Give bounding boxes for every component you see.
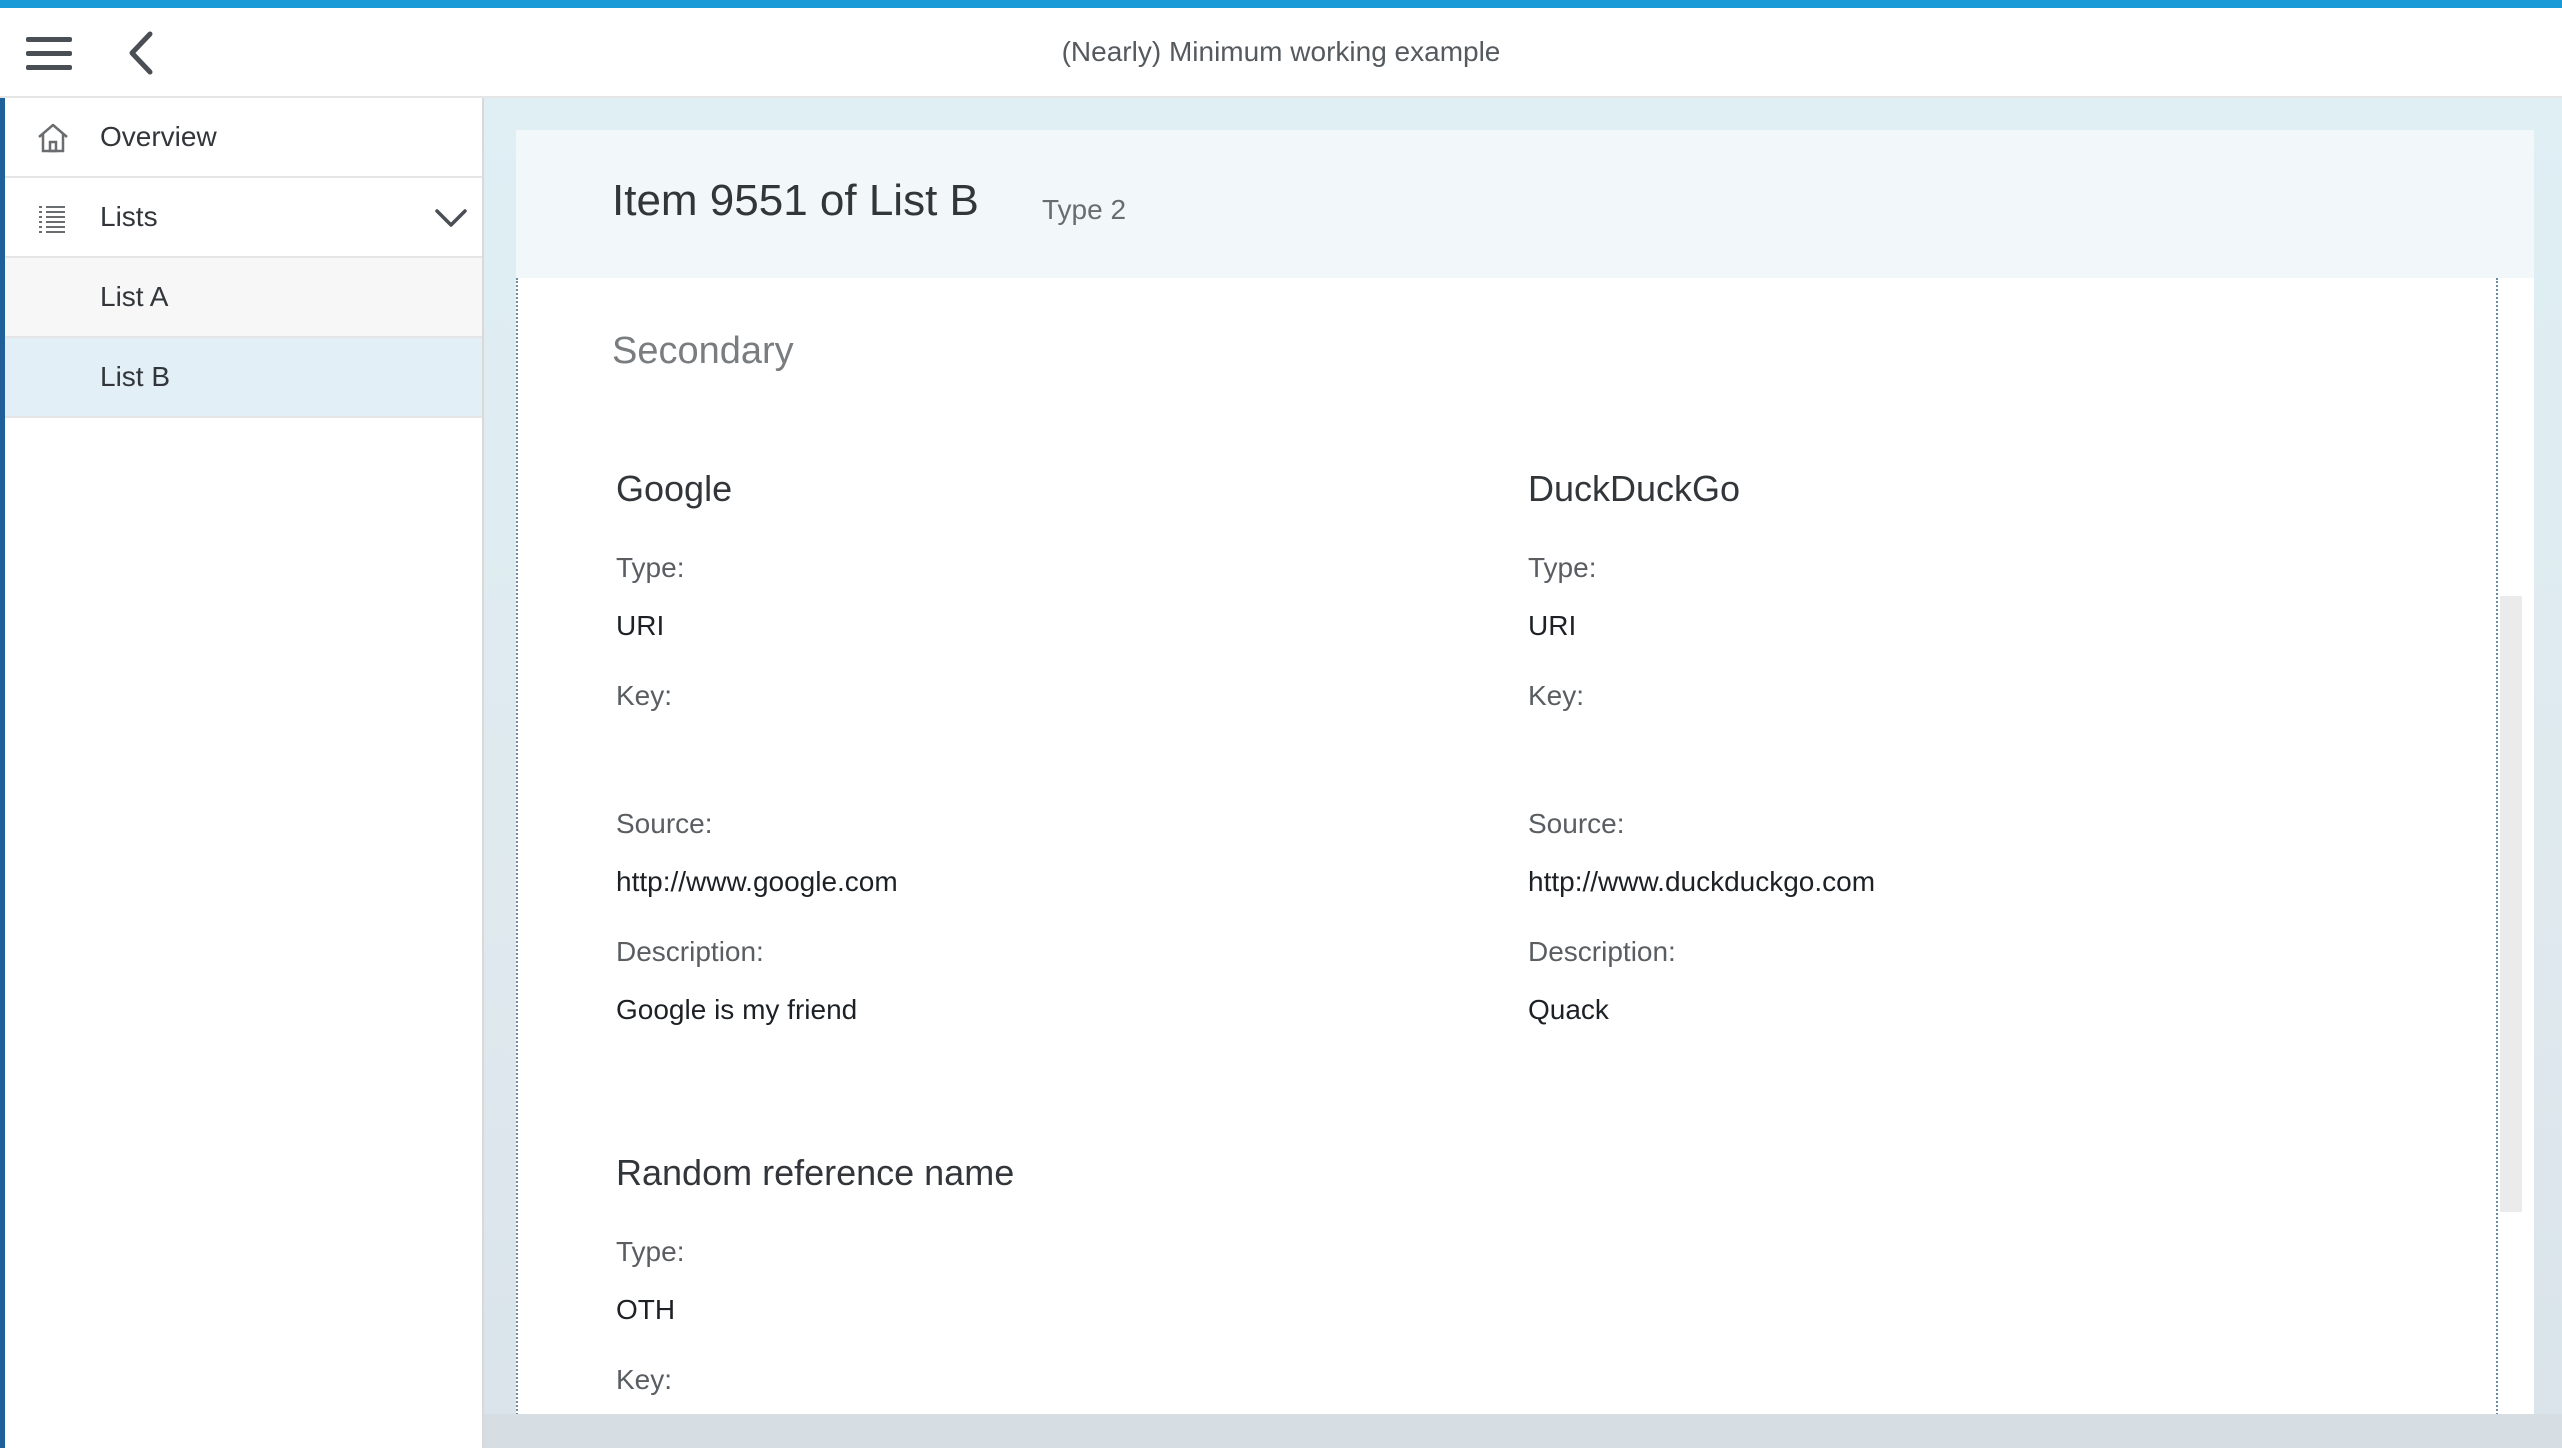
sidebar-item-label: Overview: [100, 121, 217, 152]
reference-name: Google: [616, 468, 733, 509]
section-content: Secondary Google Type: URI Key: Source: …: [516, 278, 2498, 1430]
type-label: Type:: [616, 552, 685, 583]
home-icon: [35, 120, 71, 156]
source-value: http://www.google.com: [616, 866, 898, 897]
reference-card-duckduckgo: DuckDuckGo Type: URI Key: Source: http:/…: [1528, 468, 2328, 1028]
top-accent-bar: [0, 0, 2562, 8]
object-page: Item 9551 of List B Type 2 Secondary Goo…: [516, 130, 2534, 1430]
type-value: OTH: [616, 1294, 676, 1325]
type-label: Type:: [1528, 552, 1597, 583]
reference-name: DuckDuckGo: [1528, 468, 1741, 509]
page-subtitle: Type 2: [1042, 194, 1127, 225]
section-title: Secondary: [612, 330, 794, 372]
sidebar-item-label: List A: [100, 281, 169, 312]
type-value: URI: [616, 610, 665, 641]
main-area: Item 9551 of List B Type 2 Secondary Goo…: [484, 98, 2562, 1448]
reference-card-random: Random reference name Type: OTH Key:: [616, 1152, 1416, 1430]
description-value: Quack: [1528, 994, 1609, 1025]
app-title: (Nearly) Minimum working example: [1061, 36, 1501, 67]
key-label: Key:: [616, 1364, 673, 1395]
reference-card-google: Google Type: URI Key: Source: http://www…: [616, 468, 1416, 1028]
key-label: Key:: [1528, 680, 1585, 711]
sidebar-item-label: List B: [100, 361, 171, 392]
type-value: URI: [1528, 610, 1577, 641]
type-label: Type:: [616, 1236, 685, 1267]
list-icon: [35, 200, 71, 236]
object-page-header: Item 9551 of List B Type 2: [516, 130, 2534, 278]
description-label: Description:: [616, 936, 764, 967]
page-title: Item 9551 of List B: [612, 176, 979, 225]
description-value: Google is my friend: [616, 994, 858, 1025]
sidebar: Overview Lists List A List B: [5, 98, 484, 1448]
source-value: http://www.duckduckgo.com: [1528, 866, 1876, 897]
sidebar-item-list-b[interactable]: List B: [5, 338, 482, 418]
reference-name: Random reference name: [616, 1152, 1015, 1193]
sidebar-item-label: Lists: [100, 201, 158, 232]
source-label: Source:: [616, 808, 713, 839]
source-label: Source:: [1528, 808, 1625, 839]
app-header: (Nearly) Minimum working example: [0, 8, 2562, 98]
sidebar-item-list-a[interactable]: List A: [5, 258, 482, 338]
sidebar-item-overview[interactable]: Overview: [5, 98, 482, 178]
chevron-down-icon[interactable]: [433, 202, 469, 234]
vertical-scrollbar[interactable]: [2500, 596, 2522, 1212]
footer-strip: [484, 1414, 2562, 1448]
description-label: Description:: [1528, 936, 1676, 967]
key-label: Key:: [616, 680, 673, 711]
sidebar-item-lists[interactable]: Lists: [5, 178, 482, 258]
